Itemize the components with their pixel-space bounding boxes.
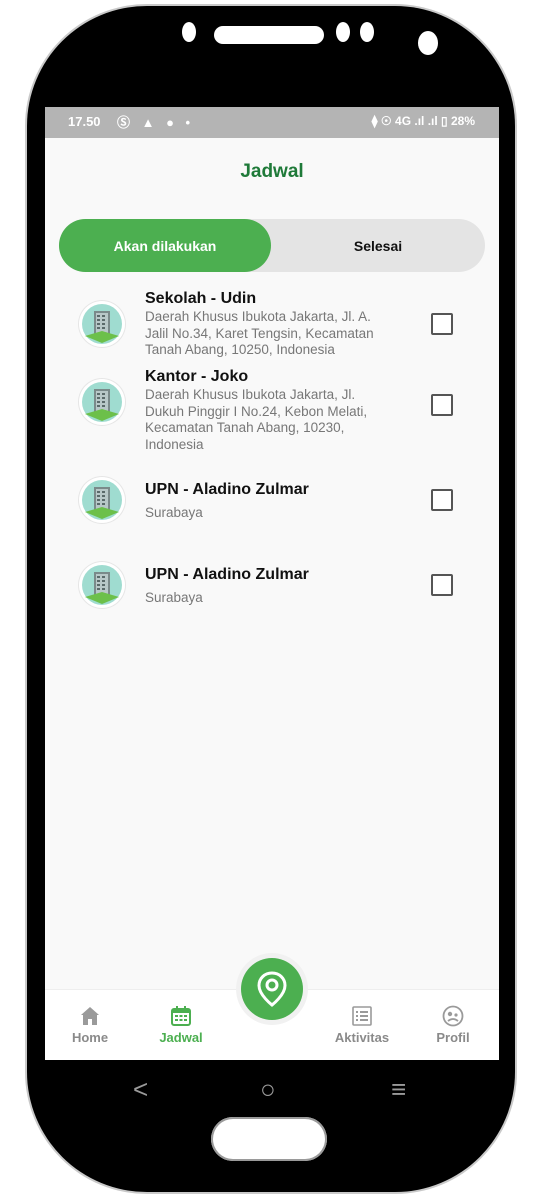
item-address: Daerah Khusus Ibukota Jakarta, Jl. Dukuh… bbox=[145, 387, 368, 452]
item-address: Surabaya bbox=[145, 590, 203, 605]
nav-jadwal[interactable]: Jadwal bbox=[146, 1004, 216, 1045]
system-home-button[interactable]: ○ bbox=[260, 1074, 276, 1105]
item-title: Kantor - Joko bbox=[145, 368, 249, 385]
status-time: 17.50 bbox=[68, 114, 101, 129]
item-address: Surabaya bbox=[145, 505, 203, 520]
tab-done[interactable]: Selesai bbox=[271, 219, 485, 272]
location-pin-icon bbox=[257, 971, 287, 1007]
schedule-tabs: Akan dilakukan Selesai bbox=[59, 219, 485, 272]
item-title: UPN - Aladino Zulmar bbox=[145, 481, 309, 498]
tab-upcoming[interactable]: Akan dilakukan bbox=[59, 219, 271, 272]
status-bar: 17.50 Ⓢ ▲ ● • ⧫ ☉ 4G .ıl .ıl ▯ 28% bbox=[45, 107, 499, 138]
item-address: Daerah Khusus Ibukota Jakarta, Jl. A. Ja… bbox=[145, 309, 374, 357]
front-camera bbox=[336, 22, 350, 42]
building-icon bbox=[79, 301, 125, 347]
notification-icons: Ⓢ ▲ ● • bbox=[117, 115, 195, 130]
physical-home-button[interactable] bbox=[211, 1117, 327, 1161]
item-checkbox[interactable] bbox=[431, 394, 453, 416]
nav-aktivitas-label: Aktivitas bbox=[334, 1030, 390, 1045]
front-sensor bbox=[182, 22, 196, 42]
nav-aktivitas[interactable]: Aktivitas bbox=[327, 1004, 397, 1045]
home-icon bbox=[81, 1007, 99, 1025]
profile-icon bbox=[442, 1005, 464, 1027]
location-fab-button[interactable] bbox=[241, 958, 303, 1020]
app-screen: 17.50 Ⓢ ▲ ● • ⧫ ☉ 4G .ıl .ıl ▯ 28% Jadwa… bbox=[45, 107, 499, 1060]
item-checkbox[interactable] bbox=[431, 489, 453, 511]
system-status-icons: ⧫ ☉ 4G .ıl .ıl ▯ 28% bbox=[371, 114, 475, 128]
item-title: Sekolah - Udin bbox=[145, 290, 257, 307]
item-checkbox[interactable] bbox=[431, 574, 453, 596]
system-recents-button[interactable]: ≡ bbox=[391, 1074, 406, 1105]
nav-home[interactable]: Home bbox=[55, 1004, 125, 1045]
item-checkbox[interactable] bbox=[431, 313, 453, 335]
building-icon bbox=[79, 562, 125, 608]
speaker-grille bbox=[214, 26, 324, 44]
list-icon bbox=[352, 1006, 372, 1026]
page-title: Jadwal bbox=[240, 161, 304, 182]
nav-home-label: Home bbox=[71, 1030, 109, 1045]
calendar-icon bbox=[171, 1006, 191, 1026]
nav-profil[interactable]: Profil bbox=[418, 1004, 488, 1045]
system-back-button[interactable]: < bbox=[133, 1074, 148, 1105]
proximity-sensor bbox=[418, 31, 438, 55]
front-sensor-2 bbox=[360, 22, 374, 42]
nav-jadwal-label: Jadwal bbox=[159, 1030, 203, 1045]
building-icon bbox=[79, 379, 125, 425]
building-icon bbox=[79, 477, 125, 523]
nav-profil-label: Profil bbox=[436, 1030, 470, 1045]
item-title: UPN - Aladino Zulmar bbox=[145, 566, 309, 583]
